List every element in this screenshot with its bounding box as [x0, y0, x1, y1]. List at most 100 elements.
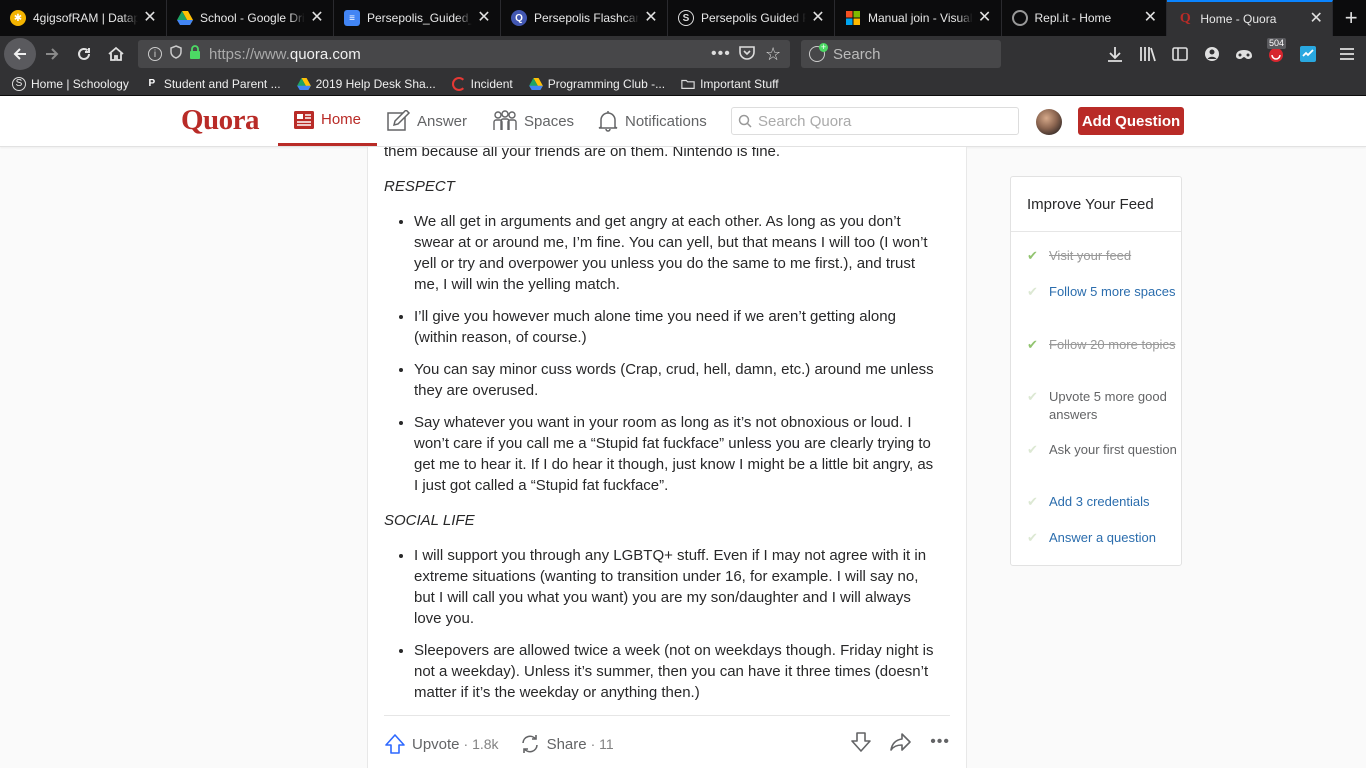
close-icon[interactable]: ✕: [810, 10, 826, 26]
feed-task-label[interactable]: Add 3 credentials: [1049, 493, 1177, 511]
share-count: · 11: [590, 736, 614, 752]
nav-home[interactable]: Home: [278, 96, 378, 146]
sidebar-icon[interactable]: [1170, 44, 1190, 64]
info-icon[interactable]: i: [148, 47, 162, 61]
feed-task-item[interactable]: ✔ Add 3 credentials: [1027, 493, 1177, 511]
extension-badge-icon[interactable]: 504: [1266, 38, 1287, 64]
nav-home-label: Home: [321, 111, 362, 128]
upvote-count: · 1.8k: [463, 736, 499, 752]
pocket-icon[interactable]: [739, 45, 755, 64]
feed-task-item[interactable]: ✔ Answer a question: [1027, 529, 1177, 547]
new-tab-button[interactable]: +: [1336, 0, 1366, 36]
checkmark-icon: ✔: [1027, 494, 1038, 509]
close-icon[interactable]: ✕: [977, 10, 993, 26]
page-actions-icon[interactable]: •••: [711, 45, 731, 63]
lock-icon[interactable]: [189, 45, 201, 63]
tab-title: Manual join - Visual: [868, 11, 973, 25]
home-feed-icon: [294, 110, 314, 129]
home-button[interactable]: [100, 38, 132, 70]
quora-search-box[interactable]: [731, 107, 1019, 135]
bookmark-item[interactable]: 2019 Help Desk Sha...: [296, 76, 436, 91]
quora-header: Quora Home Answer Spaces Notifications A…: [0, 96, 1366, 147]
upvote-button[interactable]: Upvote · 1.8k: [384, 734, 499, 754]
bullet-list: We all get in arguments and get angry at…: [384, 211, 934, 496]
browser-tab[interactable]: Q Persepolis Flashcard ✕: [501, 0, 668, 36]
feed-task-label[interactable]: Follow 5 more spaces: [1049, 283, 1177, 301]
browser-tab[interactable]: Repl.it - Home ✕: [1002, 0, 1168, 36]
nav-answer-label: Answer: [417, 112, 468, 130]
avatar[interactable]: [1036, 109, 1062, 135]
browser-tab-active[interactable]: Q Home - Quora ✕: [1167, 0, 1334, 36]
feed-task-item[interactable]: ✔ Ask your first question: [1027, 441, 1177, 459]
search-input[interactable]: [758, 112, 998, 130]
share-arrow-icon[interactable]: [890, 732, 912, 752]
quora-logo[interactable]: Quora: [181, 104, 260, 137]
more-options-icon[interactable]: •••: [930, 733, 950, 751]
reload-button[interactable]: [68, 38, 100, 70]
share-cycle-icon: [521, 735, 538, 753]
browser-tab[interactable]: ✱ 4gigsofRAM | Datap ✕: [0, 0, 167, 36]
browser-tab[interactable]: Manual join - Visual ✕: [835, 0, 1002, 36]
list-item: Say whatever you want in your room as lo…: [414, 412, 934, 496]
nav-answer[interactable]: Answer: [387, 96, 467, 146]
shield-icon[interactable]: [170, 45, 182, 63]
bookmark-folder[interactable]: Important Stuff: [681, 77, 779, 91]
bookmark-item[interactable]: Programming Club -...: [528, 77, 665, 91]
feed-task-item[interactable]: ✔ Follow 5 more spaces: [1027, 283, 1177, 301]
list-item: You can say minor cuss words (Crap, crud…: [414, 359, 934, 401]
bookmark-item[interactable]: Incident: [451, 76, 513, 91]
bookmark-label: Student and Parent ...: [163, 76, 281, 91]
close-icon[interactable]: ✕: [1142, 10, 1158, 26]
checkmark-icon: ✔: [1027, 248, 1038, 263]
checkmark-icon: ✔: [1027, 530, 1038, 545]
private-mask-icon[interactable]: [1234, 44, 1254, 64]
back-button[interactable]: [4, 38, 36, 70]
nav-notifications-label: Notifications: [625, 112, 707, 130]
powerschool-icon: P: [148, 78, 156, 89]
bookmark-label: Important Stuff: [700, 76, 779, 91]
downvote-icon[interactable]: [850, 732, 872, 752]
hamburger-menu-icon[interactable]: [1337, 44, 1357, 64]
bookmark-item[interactable]: S Home | Schoology: [12, 76, 129, 91]
bookmark-label: 2019 Help Desk Sha...: [315, 76, 436, 91]
nav-notifications[interactable]: Notifications: [597, 96, 707, 146]
arrow-right-icon: [46, 48, 59, 60]
list-item: We all get in arguments and get angry at…: [414, 211, 934, 295]
url-domain: quora.com: [289, 45, 361, 63]
browser-tab-strip: ✱ 4gigsofRAM | Datap ✕ School - Google D…: [0, 0, 1366, 36]
feed-task-item[interactable]: ✔ Follow 20 more topics: [1027, 336, 1177, 354]
tab-title: Home - Quora: [1200, 12, 1277, 26]
close-icon[interactable]: ✕: [142, 10, 158, 26]
bookmark-item[interactable]: P Student and Parent ...: [145, 77, 281, 91]
browser-tab[interactable]: School - Google Driv ✕: [167, 0, 334, 36]
account-icon[interactable]: [1202, 44, 1222, 64]
feed-task-item[interactable]: ✔ Upvote 5 more good answers: [1027, 388, 1177, 424]
arrow-left-icon: [13, 48, 26, 60]
forward-button[interactable]: [36, 38, 68, 70]
close-icon[interactable]: ✕: [476, 10, 492, 26]
feed-task-label[interactable]: Answer a question: [1049, 529, 1177, 547]
feed-task-item[interactable]: ✔ Visit your feed: [1027, 247, 1177, 265]
bookmark-star-icon[interactable]: ☆: [765, 44, 781, 65]
browser-search-field[interactable]: + Search: [801, 40, 1001, 68]
address-bar[interactable]: i https://www.quora.com ••• ☆: [138, 40, 790, 68]
close-icon[interactable]: ✕: [309, 10, 325, 26]
answer-card: them because all your friends are on the…: [367, 147, 967, 768]
people-group-icon: [493, 110, 517, 130]
close-icon[interactable]: ✕: [1308, 11, 1324, 27]
nav-spaces[interactable]: Spaces: [492, 96, 574, 146]
library-icon[interactable]: [1138, 44, 1158, 64]
extension-icon[interactable]: [1298, 44, 1318, 64]
replit-icon: [1011, 10, 1028, 26]
share-button[interactable]: Share · 11: [519, 734, 614, 754]
browser-tab[interactable]: ≡ Persepolis_Guided_R ✕: [334, 0, 501, 36]
close-icon[interactable]: ✕: [643, 10, 659, 26]
divider: [384, 715, 950, 716]
reload-icon: [78, 47, 90, 60]
google-drive-icon: [296, 77, 311, 91]
browser-tab[interactable]: S Persepolis Guided R ✕: [668, 0, 835, 36]
add-question-button[interactable]: Add Question: [1078, 107, 1184, 135]
download-icon[interactable]: [1105, 44, 1125, 64]
tab-title: Persepolis_Guided_R: [367, 11, 472, 25]
feed-task-label: Ask your first question: [1049, 442, 1177, 457]
